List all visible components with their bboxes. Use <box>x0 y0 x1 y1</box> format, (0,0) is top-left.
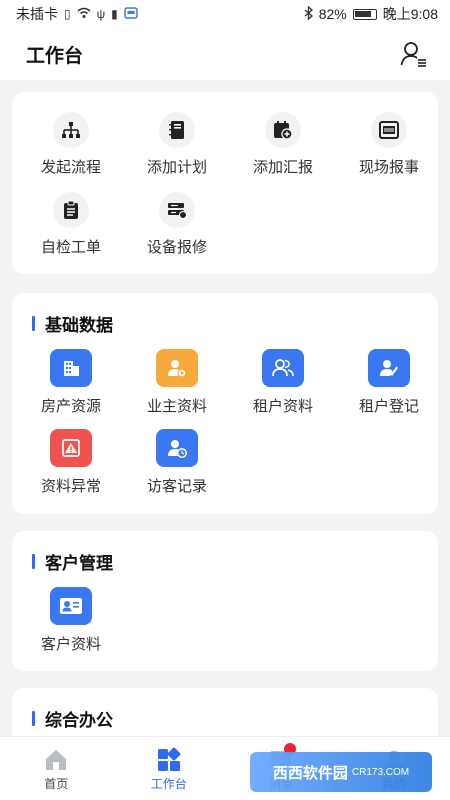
item-label: 客户资料 <box>40 636 101 653</box>
usb-icon: ψ <box>96 7 106 21</box>
action-label: 自检工单 <box>40 239 101 256</box>
battery-icon <box>352 8 377 20</box>
flowchart-icon <box>53 112 89 148</box>
wifi-icon <box>77 7 91 22</box>
action-start-process[interactable]: 发起流程 <box>18 112 124 177</box>
tab-home[interactable]: 首页 <box>0 737 113 800</box>
status-right: 82% 晚上9:08 <box>304 4 438 24</box>
quick-actions-card: 发起流程 添加计划 添加汇报 现场报事 自检工单 设备报修 <box>12 92 438 274</box>
clock: 晚上9:08 <box>382 6 438 22</box>
device-repair-icon <box>159 192 195 228</box>
item-label: 业主资料 <box>146 398 207 415</box>
watermark-sub: CR173.COM <box>351 766 410 778</box>
title-accent-bar <box>32 554 35 569</box>
action-label: 设备报修 <box>146 239 207 256</box>
item-property-resources[interactable]: 房产资源 <box>18 349 124 416</box>
tab-label: 工作台 <box>150 777 187 791</box>
owner-icon <box>156 349 198 387</box>
action-label: 添加汇报 <box>252 159 313 176</box>
sim-icon: ▯ <box>64 7 71 21</box>
item-label: 访客记录 <box>146 478 207 495</box>
building-icon <box>50 349 92 387</box>
action-add-plan[interactable]: 添加计划 <box>124 112 230 177</box>
section-title: 客户管理 <box>32 549 113 574</box>
action-label: 发起流程 <box>40 159 101 176</box>
section-title-text: 客户管理 <box>45 554 113 573</box>
tab-workbench[interactable]: 工作台 <box>113 737 226 800</box>
tab-label: 首页 <box>44 777 69 791</box>
item-tenant-register[interactable]: 租户登记 <box>336 349 442 416</box>
item-label: 租户登记 <box>358 398 419 415</box>
warning-icon <box>50 429 92 467</box>
item-owner-info[interactable]: 业主资料 <box>124 349 230 416</box>
site-watermark: 西西软件园 CR173.COM <box>250 752 432 792</box>
carrier-text: 未插卡 <box>16 6 58 22</box>
title-accent-bar <box>32 316 35 331</box>
action-label: 现场报事 <box>358 159 419 176</box>
item-label: 租户资料 <box>252 398 313 415</box>
title-accent-bar <box>32 711 35 726</box>
battery-small-icon: ▮ <box>111 7 118 21</box>
app-notification-icon <box>124 6 138 22</box>
notebook-icon <box>159 112 195 148</box>
id-card-icon <box>50 587 92 625</box>
basic-data-card: 基础数据 房产资源 业主资料 租户资料 租户登记 资料异常 访客记录 <box>12 293 438 514</box>
report-icon <box>371 112 407 148</box>
profile-menu-icon[interactable] <box>400 40 428 68</box>
main-content[interactable]: 发起流程 添加计划 添加汇报 现场报事 自检工单 设备报修 基础数据 房产资源 … <box>0 80 450 736</box>
action-self-check-order[interactable]: 自检工单 <box>18 192 124 257</box>
item-label: 房产资源 <box>40 398 101 415</box>
tenant-register-icon <box>368 349 410 387</box>
status-bar: 未插卡 ▯ ψ ▮ 82% 晚上9:08 <box>0 0 450 28</box>
customer-management-card: 客户管理 客户资料 <box>12 531 438 671</box>
item-visitor-records[interactable]: 访客记录 <box>124 429 230 496</box>
status-left: 未插卡 ▯ ψ ▮ <box>16 4 138 24</box>
section-title: 基础数据 <box>32 311 113 336</box>
section-title-text: 综合办公 <box>45 711 113 730</box>
app-header: 工作台 <box>0 28 450 80</box>
item-label: 资料异常 <box>40 478 101 495</box>
battery-percent: 82% <box>318 6 347 22</box>
workbench-icon <box>156 747 182 773</box>
page-title: 工作台 <box>26 45 84 67</box>
bluetooth-icon <box>304 5 313 23</box>
action-label: 添加计划 <box>146 159 207 176</box>
visitor-icon <box>156 429 198 467</box>
action-add-report[interactable]: 添加汇报 <box>230 112 336 177</box>
section-title: 综合办公 <box>32 706 113 731</box>
item-customer-info[interactable]: 客户资料 <box>18 587 124 654</box>
action-site-report[interactable]: 现场报事 <box>336 112 442 177</box>
item-tenant-info[interactable]: 租户资料 <box>230 349 336 416</box>
tenant-icon <box>262 349 304 387</box>
action-device-repair[interactable]: 设备报修 <box>124 192 230 257</box>
general-office-card: 综合办公 <box>12 688 438 736</box>
item-data-exception[interactable]: 资料异常 <box>18 429 124 496</box>
clipboard-icon <box>53 192 89 228</box>
section-title-text: 基础数据 <box>45 316 113 335</box>
watermark-text: 西西软件园 <box>272 764 348 782</box>
calendar-add-icon <box>265 112 301 148</box>
home-icon <box>43 747 69 773</box>
